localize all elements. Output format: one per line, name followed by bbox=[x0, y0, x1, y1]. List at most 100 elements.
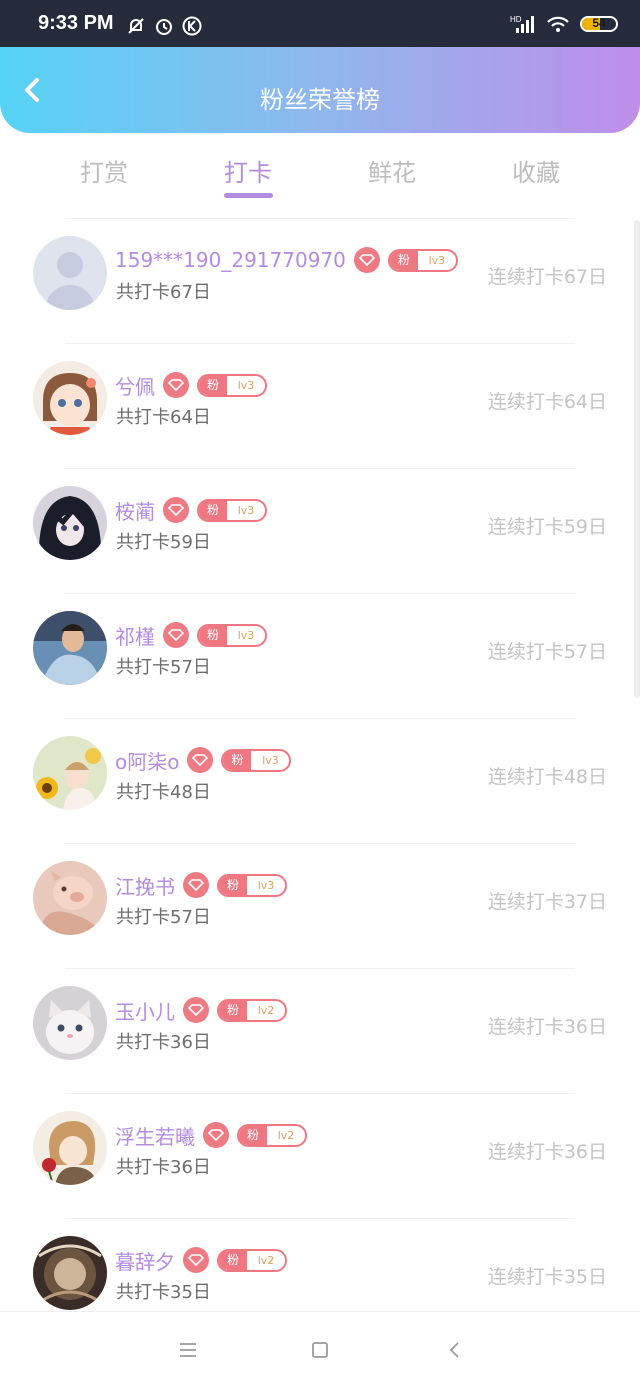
fan-badge-label: 粉 bbox=[199, 500, 227, 520]
divider bbox=[65, 718, 575, 719]
user-name[interactable]: 玉小儿 bbox=[115, 996, 175, 1025]
fan-level-badge: 粉 lv2 bbox=[217, 998, 287, 1022]
user-name[interactable]: 159***190_291770970 bbox=[115, 248, 346, 272]
fan-badge-label: 粉 bbox=[389, 250, 418, 270]
list-item[interactable]: 兮佩 粉 lv3 共打卡64日 连续打卡64日 bbox=[0, 343, 640, 468]
menu-icon[interactable] bbox=[176, 1338, 200, 1362]
tab-checkin[interactable]: 打卡 bbox=[200, 153, 296, 188]
user-name[interactable]: 桉蔺 bbox=[115, 496, 155, 525]
anime-rose-avatar-icon bbox=[33, 1111, 107, 1185]
page-title: 粉丝荣誉榜 bbox=[260, 86, 380, 114]
fan-level: lv2 bbox=[257, 1003, 275, 1017]
total-checkins: 共打卡36日 bbox=[116, 1157, 211, 1178]
fan-level-badge: 粉 lv2 bbox=[237, 1123, 307, 1147]
streak-checkins: 连续打卡36日 bbox=[487, 1141, 607, 1163]
divider bbox=[65, 843, 575, 844]
tab-favorites[interactable]: 收藏 bbox=[488, 153, 584, 188]
fan-badge-label: 粉 bbox=[239, 1125, 267, 1145]
fan-badge-label: 粉 bbox=[199, 375, 227, 395]
list-item[interactable]: 浮生若曦 粉 lv2 共打卡36日 连续打卡36日 bbox=[0, 1093, 640, 1218]
streak-checkins: 连续打卡64日 bbox=[487, 391, 607, 413]
signal-icon: HD bbox=[510, 15, 534, 33]
total-checkins: 共打卡48日 bbox=[116, 782, 211, 803]
pig-avatar-icon bbox=[33, 861, 107, 935]
divider bbox=[65, 343, 575, 344]
streak-checkins: 连续打卡48日 bbox=[487, 766, 607, 788]
list-item[interactable]: 祁槿 粉 lv3 共打卡57日 连续打卡57日 bbox=[0, 593, 640, 718]
battery-indicator: 54 bbox=[580, 16, 618, 32]
avatar[interactable] bbox=[33, 611, 107, 685]
avatar[interactable] bbox=[33, 986, 107, 1060]
wifi-icon bbox=[547, 16, 569, 32]
fan-badge-label: 粉 bbox=[223, 750, 252, 770]
user-name[interactable]: 浮生若曦 bbox=[115, 1121, 195, 1150]
fan-level-badge: 粉 lv3 bbox=[197, 623, 267, 647]
user-name[interactable]: 兮佩 bbox=[115, 371, 155, 400]
total-checkins: 共打卡64日 bbox=[116, 407, 211, 428]
diamond-icon bbox=[163, 497, 189, 523]
total-checkins: 共打卡57日 bbox=[116, 907, 211, 928]
list-item[interactable]: 玉小儿 粉 lv2 共打卡36日 连续打卡36日 bbox=[0, 968, 640, 1093]
tab-reward[interactable]: 打赏 bbox=[56, 153, 152, 188]
system-nav-bar bbox=[0, 1311, 640, 1388]
list-item[interactable]: 江挽书 粉 lv3 共打卡57日 连续打卡37日 bbox=[0, 843, 640, 968]
divider bbox=[65, 1093, 575, 1094]
streak-checkins: 连续打卡37日 bbox=[487, 891, 607, 913]
fan-badge-label: 粉 bbox=[219, 1000, 247, 1020]
total-checkins: 共打卡59日 bbox=[116, 532, 211, 553]
network-label: HD bbox=[510, 15, 522, 24]
fan-level: lv3 bbox=[262, 753, 279, 767]
divider bbox=[65, 1218, 575, 1219]
streak-checkins: 连续打卡57日 bbox=[487, 641, 607, 663]
fan-level: lv3 bbox=[237, 503, 255, 517]
dark-art-avatar-icon bbox=[33, 1236, 107, 1310]
list-item[interactable]: o阿柒o 粉 lv3 共打卡48日 连续打卡48日 bbox=[0, 718, 640, 843]
streak-checkins: 连续打卡35日 bbox=[487, 1266, 607, 1288]
streak-checkins: 连续打卡36日 bbox=[487, 1016, 607, 1038]
anime-girl-avatar-icon bbox=[33, 361, 107, 435]
streak-checkins: 连续打卡59日 bbox=[487, 516, 607, 538]
active-tab-indicator bbox=[224, 193, 273, 198]
fan-level-badge: 粉 lv3 bbox=[197, 498, 267, 522]
scrollbar[interactable] bbox=[634, 220, 640, 698]
avatar[interactable] bbox=[33, 1111, 107, 1185]
fan-level: lv2 bbox=[257, 1253, 275, 1267]
diamond-icon bbox=[163, 622, 189, 648]
alarm-icon bbox=[156, 19, 172, 35]
back-nav-icon[interactable] bbox=[443, 1338, 467, 1362]
diamond-icon bbox=[353, 247, 380, 273]
tab-flowers[interactable]: 鲜花 bbox=[344, 153, 440, 188]
avatar[interactable] bbox=[33, 861, 107, 935]
fan-level-badge: 粉 lv3 bbox=[387, 248, 458, 272]
user-name[interactable]: o阿柒o bbox=[115, 746, 179, 775]
user-name[interactable]: 暮辞夕 bbox=[115, 1246, 175, 1275]
fan-level-badge: 粉 lv3 bbox=[197, 373, 267, 397]
divider bbox=[65, 218, 575, 219]
sunflower-avatar-icon bbox=[33, 736, 107, 810]
status-time: 9:33 PM bbox=[38, 12, 114, 34]
diamond-icon bbox=[203, 1122, 229, 1148]
home-icon[interactable] bbox=[308, 1338, 332, 1362]
list-item[interactable]: 桉蔺 粉 lv3 共打卡59日 连续打卡59日 bbox=[0, 468, 640, 593]
avatar[interactable] bbox=[33, 1236, 107, 1310]
fan-level: lv3 bbox=[237, 378, 255, 392]
fan-badge-label: 粉 bbox=[199, 625, 227, 645]
avatar[interactable] bbox=[33, 361, 107, 435]
kitten-avatar-icon bbox=[33, 986, 107, 1060]
notifications-off-icon bbox=[128, 18, 144, 34]
divider bbox=[65, 468, 575, 469]
default-avatar-icon bbox=[33, 236, 107, 310]
diamond-icon bbox=[183, 997, 209, 1023]
avatar[interactable] bbox=[33, 236, 107, 310]
dark-anime-avatar-icon bbox=[33, 486, 107, 560]
list-item[interactable]: 159***190_291770970 粉 lv3 共打卡67日 连续打卡67日 bbox=[0, 218, 640, 343]
user-name[interactable]: 祁槿 bbox=[115, 621, 155, 650]
total-checkins: 共打卡35日 bbox=[116, 1282, 211, 1303]
total-checkins: 共打卡57日 bbox=[116, 657, 211, 678]
fan-level: lv3 bbox=[237, 628, 255, 642]
avatar[interactable] bbox=[33, 736, 107, 810]
avatar[interactable] bbox=[33, 486, 107, 560]
diamond-icon bbox=[183, 872, 209, 898]
streak-checkins: 连续打卡67日 bbox=[487, 266, 607, 288]
user-name[interactable]: 江挽书 bbox=[115, 871, 175, 900]
